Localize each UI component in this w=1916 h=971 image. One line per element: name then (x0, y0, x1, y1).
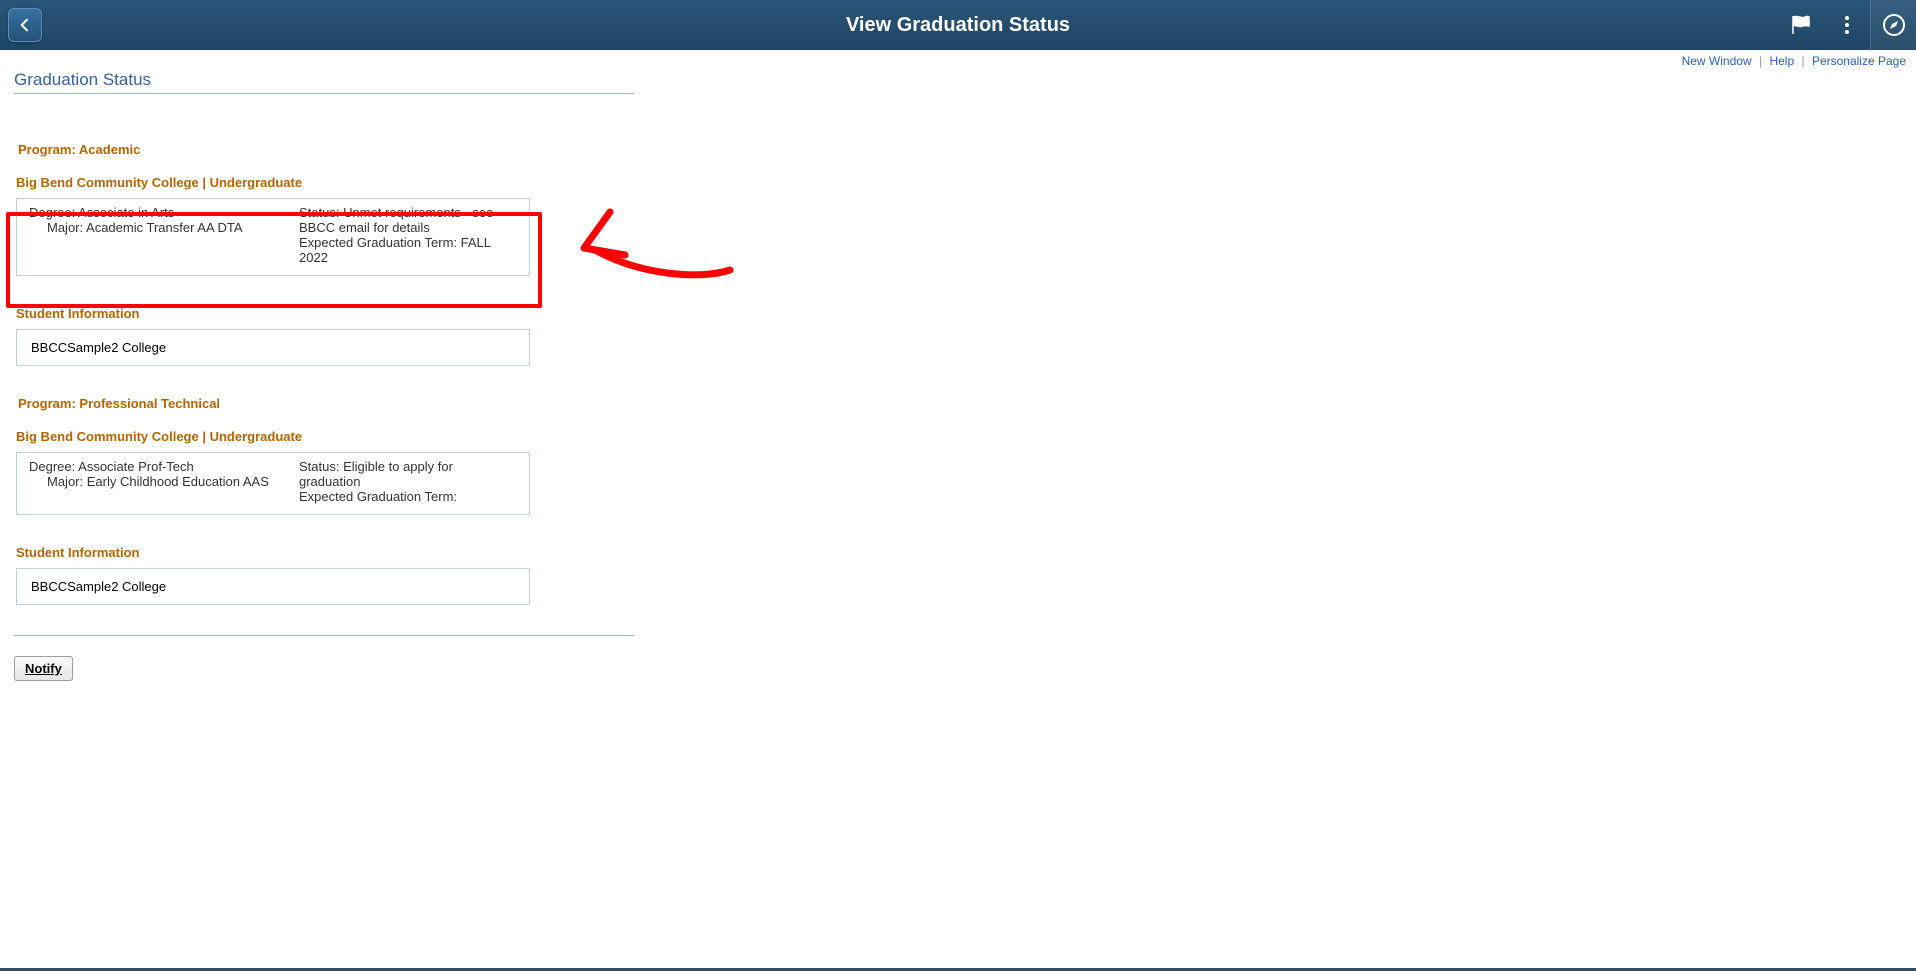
personalize-link[interactable]: Personalize Page (1808, 54, 1910, 68)
flag-icon (1789, 13, 1813, 37)
status-line: Status: Eligible to apply for graduation (299, 459, 517, 489)
student-info-heading: Student Information (16, 306, 645, 321)
chevron-left-icon (17, 17, 33, 33)
header-actions (1778, 0, 1916, 50)
notify-button[interactable]: Notify (14, 656, 73, 681)
term-line: Expected Graduation Term: (299, 489, 517, 504)
divider (14, 635, 634, 636)
program-block-academic: Program: Academic Big Bend Community Col… (14, 142, 645, 366)
main-content: Graduation Status Program: Academic Big … (0, 70, 645, 681)
status-label: Status: (299, 459, 339, 474)
flag-button[interactable] (1778, 0, 1824, 50)
page-header-title: View Graduation Status (846, 14, 1070, 37)
student-info-heading: Student Information (16, 545, 645, 560)
back-button[interactable] (8, 8, 42, 42)
institution-heading: Big Bend Community College | Undergradua… (16, 429, 645, 444)
separator: | (1759, 54, 1762, 68)
program-heading: Program: Professional Technical (18, 396, 645, 411)
degree-info-box: Degree: Associate in Arts Major: Academi… (16, 198, 530, 276)
student-info-box: BBCCSample2 College (16, 568, 530, 605)
student-name: BBCCSample2 College (31, 579, 166, 594)
status-line: Status: Unmet requirements - see BBCC em… (299, 205, 517, 235)
degree-value: Associate Prof-Tech (78, 459, 194, 474)
utility-links: New Window | Help | Personalize Page (0, 50, 1916, 68)
major-label: Major: (47, 220, 83, 235)
major-line: Major: Academic Transfer AA DTA (29, 220, 299, 235)
degree-line: Degree: Associate Prof-Tech (29, 459, 299, 474)
new-window-link[interactable]: New Window (1678, 54, 1756, 68)
degree-info-box: Degree: Associate Prof-Tech Major: Early… (16, 452, 530, 515)
major-label: Major: (47, 474, 83, 489)
degree-line: Degree: Associate in Arts (29, 205, 299, 220)
page-title: Graduation Status (14, 70, 634, 94)
major-line: Major: Early Childhood Education AAS (29, 474, 299, 489)
major-value: Early Childhood Education AAS (87, 474, 269, 489)
navigator-button[interactable] (1870, 0, 1916, 50)
program-block-proftech: Program: Professional Technical Big Bend… (14, 396, 645, 605)
more-vertical-icon (1835, 13, 1859, 37)
compass-icon (1882, 13, 1906, 37)
program-heading: Program: Academic (18, 142, 645, 157)
separator: | (1801, 54, 1804, 68)
degree-label: Degree: (29, 459, 75, 474)
status-label: Status: (299, 205, 339, 220)
term-line: Expected Graduation Term: FALL 2022 (299, 235, 517, 265)
term-label: Expected Graduation Term: (299, 235, 457, 250)
institution-heading: Big Bend Community College | Undergradua… (16, 175, 645, 190)
degree-label: Degree: (29, 205, 75, 220)
student-name: BBCCSample2 College (31, 340, 166, 355)
more-button[interactable] (1824, 0, 1870, 50)
student-info-box: BBCCSample2 College (16, 329, 530, 366)
app-header: View Graduation Status (0, 0, 1916, 50)
degree-value: Associate in Arts (78, 205, 174, 220)
help-link[interactable]: Help (1765, 54, 1798, 68)
major-value: Academic Transfer AA DTA (86, 220, 243, 235)
term-label: Expected Graduation Term: (299, 489, 457, 504)
